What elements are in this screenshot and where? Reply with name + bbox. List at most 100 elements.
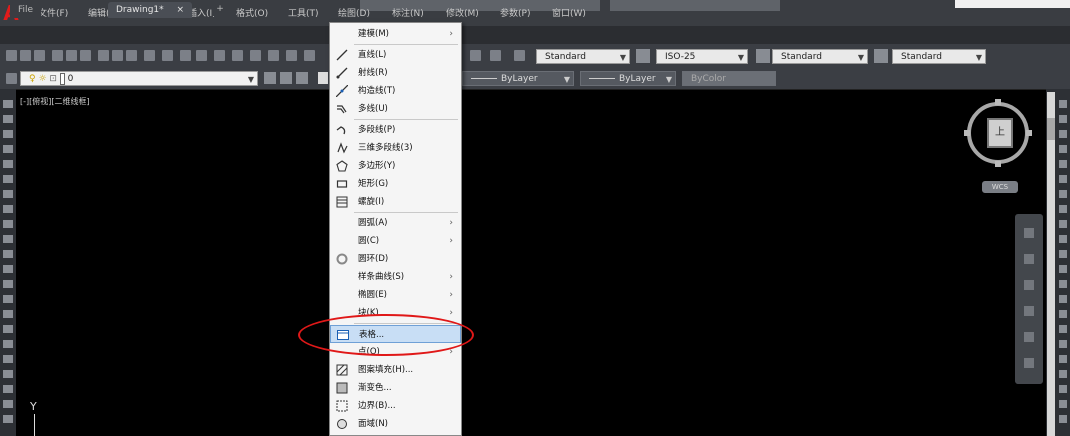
make-current-icon[interactable] — [264, 72, 276, 84]
draw-menu-item-13[interactable]: 样条曲线(S) › — [330, 268, 461, 286]
new-icon[interactable] — [6, 50, 17, 61]
draw-menu-item-8[interactable]: 矩形(G) — [330, 175, 461, 193]
table-style-icon[interactable] — [756, 49, 770, 63]
compass-north-marker[interactable] — [995, 99, 1001, 105]
draw-menu-item-6[interactable]: 三维多段线(3) — [330, 139, 461, 157]
hatch-tool-icon[interactable] — [3, 235, 13, 243]
circle-tool-icon[interactable] — [3, 130, 13, 138]
steering-wheel-icon[interactable] — [1024, 228, 1034, 238]
rectangle-tool-icon[interactable] — [3, 160, 13, 168]
zoom-previous-icon[interactable] — [268, 50, 279, 61]
menu-item-0[interactable]: 文件(F) — [38, 7, 68, 21]
draw-menu-item-3[interactable]: 构造线(T) — [330, 82, 461, 100]
modify-tool-icon[interactable] — [1059, 385, 1067, 393]
showmotion-icon[interactable] — [1024, 332, 1034, 342]
modify-tool-icon[interactable] — [1059, 220, 1067, 228]
new-tab-button[interactable]: + — [212, 2, 228, 16]
compass-south-marker[interactable] — [995, 161, 1001, 167]
menu-item-7[interactable]: 标注(N) — [392, 7, 424, 21]
plot-style-select[interactable]: ByColor — [682, 71, 776, 86]
tab-file[interactable]: File — [10, 2, 42, 18]
region-tool-icon[interactable] — [3, 265, 13, 273]
viewport-controls-label[interactable]: [-][俯视][二维线框] — [20, 96, 90, 107]
arc-tool-icon[interactable] — [3, 145, 13, 153]
menu-item-6[interactable]: 绘图(D) — [338, 7, 370, 21]
modify-tool-icon[interactable] — [1059, 295, 1067, 303]
search-box[interactable] — [955, 0, 1070, 8]
scale-tool-icon[interactable] — [3, 355, 13, 363]
draw-menu-item-4[interactable]: 多线(U) — [330, 100, 461, 118]
draw-menu-item-5[interactable]: 多段线(P) — [330, 121, 461, 139]
draw-menu-item-18[interactable]: 图案填充(H)... — [330, 361, 461, 379]
modify-tool-icon[interactable] — [1059, 250, 1067, 258]
menu-item-8[interactable]: 修改(M) — [446, 7, 479, 21]
table-style-select[interactable]: Standard ▼ — [772, 49, 868, 64]
menu-item-9[interactable]: 参数(P) — [500, 7, 530, 21]
add-selected-tool-icon[interactable] — [3, 310, 13, 318]
compass-west-marker[interactable] — [964, 130, 970, 136]
table-tool-icon[interactable] — [3, 280, 13, 288]
cut-icon[interactable] — [98, 50, 109, 61]
undo-icon[interactable] — [180, 50, 191, 61]
multileader-style-select[interactable]: Standard ▼ — [892, 49, 986, 64]
line-tool-icon[interactable] — [3, 100, 13, 108]
linetype-select[interactable]: ByLayer ▼ — [462, 71, 574, 86]
modify-tool-icon[interactable] — [1059, 130, 1067, 138]
draw-menu-item-14[interactable]: 椭圆(E) › — [330, 286, 461, 304]
zoom-window-icon[interactable] — [250, 50, 261, 61]
insert-block-tool-icon[interactable] — [3, 205, 13, 213]
menu-item-10[interactable]: 窗口(W) — [552, 7, 586, 21]
modify-tool-icon[interactable] — [1059, 310, 1067, 318]
pan-icon[interactable] — [214, 50, 225, 61]
zoom-extents-icon[interactable] — [1024, 280, 1034, 290]
pan-icon[interactable] — [1024, 254, 1034, 264]
gradient-tool-icon[interactable] — [3, 250, 13, 258]
ellipse-tool-icon[interactable] — [3, 190, 13, 198]
modify-tool-icon[interactable] — [1059, 175, 1067, 183]
sheet-set-icon[interactable] — [490, 50, 501, 61]
draw-menu-item-0[interactable]: 建模(M) › — [330, 25, 461, 43]
zoom-icon[interactable] — [232, 50, 243, 61]
draw-menu-item-1[interactable]: 直线(L) — [330, 46, 461, 64]
mtext-tool-icon[interactable] — [3, 295, 13, 303]
close-icon[interactable]: × — [177, 5, 185, 15]
layer-properties-icon[interactable] — [6, 73, 17, 84]
menu-item-5[interactable]: 工具(T) — [288, 7, 319, 21]
dim-style-select[interactable]: ISO-25 ▼ — [656, 49, 748, 64]
copy-tool-icon[interactable] — [3, 385, 13, 393]
properties-icon[interactable] — [286, 50, 297, 61]
match-properties-icon[interactable] — [144, 50, 155, 61]
layer-states-icon[interactable] — [296, 72, 308, 84]
modify-tool-icon[interactable] — [1059, 160, 1067, 168]
paste-icon[interactable] — [126, 50, 137, 61]
navbar-options-icon[interactable] — [1024, 358, 1034, 368]
multileader-style-icon[interactable] — [874, 49, 888, 63]
draw-menu-item-12[interactable]: 圆环(D) — [330, 250, 461, 268]
copy-icon[interactable] — [112, 50, 123, 61]
text-style-icon[interactable] — [514, 50, 525, 61]
viewcube-top-face[interactable]: 上 — [987, 118, 1013, 148]
dim-style-icon[interactable] — [636, 49, 650, 63]
draw-menu-item-7[interactable]: 多边形(Y) — [330, 157, 461, 175]
modify-tool-icon[interactable] — [1059, 205, 1067, 213]
redo-icon[interactable] — [196, 50, 207, 61]
modify-tool-icon[interactable] — [1059, 115, 1067, 123]
modify-tool-icon[interactable] — [1059, 280, 1067, 288]
offset-tool-icon[interactable] — [3, 415, 13, 423]
draw-menu-item-2[interactable]: 射线(R) — [330, 64, 461, 82]
plot-icon[interactable] — [52, 50, 63, 61]
save-icon[interactable] — [34, 50, 45, 61]
preview-icon[interactable] — [66, 50, 77, 61]
draw-menu-item-11[interactable]: 圆(C) › — [330, 232, 461, 250]
modify-tool-icon[interactable] — [1059, 100, 1067, 108]
draw-menu-item-21[interactable]: 面域(N) — [330, 415, 461, 433]
vertical-scrollbar[interactable] — [1047, 92, 1055, 436]
layer-previous-icon[interactable] — [280, 72, 292, 84]
tab-drawing1[interactable]: Drawing1* × — [108, 2, 193, 18]
draw-menu-item-9[interactable]: 螺旋(I) — [330, 193, 461, 211]
rotate-tool-icon[interactable] — [3, 340, 13, 348]
modify-tool-icon[interactable] — [1059, 190, 1067, 198]
modify-tool-icon[interactable] — [1059, 370, 1067, 378]
modify-tool-icon[interactable] — [1059, 415, 1067, 423]
orbit-icon[interactable] — [1024, 306, 1034, 316]
